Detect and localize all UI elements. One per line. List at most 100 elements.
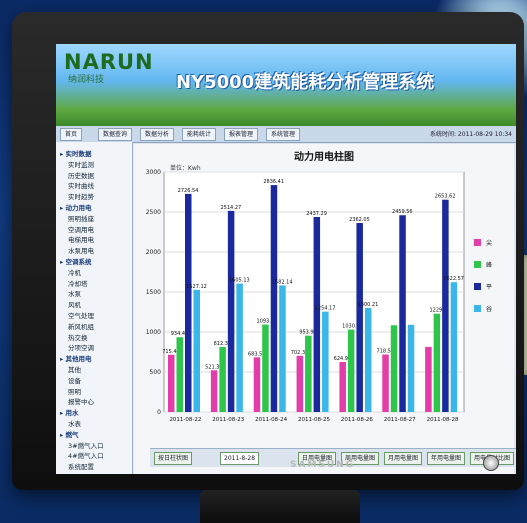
date-input[interactable]: 2011-8-28: [220, 452, 260, 465]
monitor-brand: SAMSUNG: [290, 460, 356, 470]
sidebar-item-19[interactable]: ▸ 其他用电: [60, 353, 92, 363]
tab-5[interactable]: 系统管理: [266, 128, 301, 141]
data-label-2-5: 2459.56: [392, 209, 413, 215]
sidebar-item-1[interactable]: 实时监测: [68, 159, 94, 169]
bar-3-4: [364, 307, 372, 412]
sidebar-item-20[interactable]: 其他: [68, 364, 81, 374]
data-label-3-1: 1605.13: [229, 278, 250, 284]
sidebar-item-29[interactable]: 系统配置: [68, 461, 94, 471]
sidebar-item-23[interactable]: 报警中心: [68, 396, 94, 406]
bar-2-4: [356, 223, 363, 412]
sidebar-item-4[interactable]: 实时趋势: [68, 191, 94, 201]
sidebar-item-3[interactable]: 实时曲线: [68, 180, 94, 190]
sidebar-item-7[interactable]: 空调用电: [68, 224, 94, 234]
bar-0-1: [210, 370, 218, 412]
bar-2-3: [313, 217, 321, 412]
y-tick-4: 2000: [146, 249, 161, 256]
footer-button-2[interactable]: 月用电量图: [384, 452, 423, 465]
sidebar-item-22[interactable]: 照明: [68, 386, 81, 396]
tab-1[interactable]: 数据查询: [98, 128, 133, 141]
data-label-3-2: 1582.14: [272, 279, 293, 285]
sidebar-item-21[interactable]: 设备: [68, 375, 81, 385]
bar-3-1: [236, 283, 243, 412]
chart-type-select[interactable]: 按日柱状图: [154, 452, 193, 465]
bar-2-1: [227, 210, 235, 412]
tab-4[interactable]: 报表管理: [224, 128, 259, 141]
app-header: NARUN 纳润科技 NY5000建筑能耗分析管理系统: [56, 44, 516, 126]
monitor-frame: NARUN 纳润科技 NY5000建筑能耗分析管理系统 系统时间: 2011-0…: [12, 12, 524, 490]
bar-2-5: [399, 215, 406, 412]
tab-bar: 系统时间: 2011-08-29 10:34 首页 数据查询 数据分析 能耗统计 报表管…: [56, 126, 516, 143]
sidebar-item-26[interactable]: ▸ 燃气: [60, 429, 79, 439]
data-label-2-3: 2437.29: [306, 211, 327, 217]
app-logo: NARUN: [64, 50, 154, 74]
x-tick-5: 2011-08-27: [384, 417, 416, 423]
monitor-stand: [200, 490, 360, 523]
bar-1-0: [176, 337, 183, 412]
y-axis-label: 单位：Kwh: [170, 164, 201, 172]
data-label-3-0: 1527.12: [186, 284, 207, 290]
chart-title: 动力用电柱图: [294, 150, 354, 163]
tab-2[interactable]: 数据分析: [140, 128, 175, 141]
sidebar-item-27[interactable]: 3#燃气入口: [68, 440, 104, 450]
sidebar-item-6[interactable]: 照明插座: [68, 213, 94, 223]
bar-2-0: [185, 193, 192, 412]
sidebar-item-14[interactable]: 风机: [68, 299, 81, 309]
sidebar-item-16[interactable]: 新风机组: [68, 321, 94, 331]
data-label-1-6: 1229.: [429, 308, 444, 314]
bar-0-0: [168, 354, 175, 412]
sidebar-item-5[interactable]: ▸ 动力用电: [60, 202, 92, 212]
data-label-2-0: 2726.54: [178, 188, 199, 194]
sidebar-item-11[interactable]: 冷机: [68, 267, 81, 277]
sidebar-item-0[interactable]: ▸ 实时数据: [60, 148, 92, 158]
sidebar-item-8[interactable]: 电梯用电: [68, 234, 94, 244]
legend-label-3: 谷: [486, 305, 492, 313]
bar-0-6: [425, 346, 432, 412]
sidebar-item-18[interactable]: 分项空调: [68, 342, 94, 352]
bar-1-6: [433, 313, 441, 412]
bar-0-5: [382, 354, 389, 412]
sidebar-item-10[interactable]: ▸ 空调系统: [60, 256, 92, 266]
power-button[interactable]: [483, 455, 499, 471]
legend-swatch-1: [474, 261, 481, 268]
system-title: NY5000建筑能耗分析管理系统: [176, 72, 435, 93]
sidebar: ▸ 实时数据 实时监测 历史数据 实时曲线 实时趋势 ▸ 动力用电 照明插座 空调用电 电梯用电…: [56, 142, 133, 474]
tab-0[interactable]: 首页: [60, 128, 83, 141]
x-tick-1: 2011-08-23: [212, 417, 244, 423]
sidebar-item-12[interactable]: 冷却塔: [68, 278, 88, 288]
system-time: 系统时间: 2011-08-29 10:34: [430, 131, 512, 138]
data-label-3-6: 1622.57: [443, 276, 464, 282]
bar-1-5: [390, 325, 398, 412]
legend-swatch-2: [474, 283, 481, 290]
sidebar-item-25[interactable]: 水表: [68, 418, 81, 428]
sidebar-item-15[interactable]: 空气处理: [68, 310, 94, 320]
legend-swatch-0: [474, 239, 481, 246]
y-tick-2: 1000: [146, 329, 161, 336]
sidebar-item-13[interactable]: 水泵: [68, 288, 81, 298]
bar-2-6: [442, 199, 449, 412]
sidebar-item-2[interactable]: 历史数据: [68, 170, 94, 180]
bar-3-0: [193, 289, 200, 412]
chart-panel: 动力用电柱图 单位：Kwh 0 500 1000 1500 2000 2500 3000 715.…: [134, 144, 514, 474]
bar-3-6: [450, 282, 458, 412]
bar-0-4: [339, 362, 346, 412]
bar-3-3: [322, 311, 329, 412]
legend-label-2: 平: [486, 284, 492, 291]
y-tick-1: 500: [150, 369, 162, 376]
data-label-2-2: 2836.41: [263, 179, 284, 185]
sidebar-item-9[interactable]: 水泵用电: [68, 245, 94, 255]
sidebar-item-28[interactable]: 4#燃气入口: [68, 450, 104, 460]
x-tick-6: 2011-08-28: [427, 417, 459, 423]
tab-3[interactable]: 能耗统计: [182, 128, 217, 141]
y-tick-3: 1500: [146, 289, 161, 296]
data-label-2-1: 2514.27: [221, 205, 242, 211]
bar-chart: 动力用电柱图单位：Kwh050010001500200025003000715.…: [146, 150, 492, 423]
sidebar-item-24[interactable]: ▸ 用水: [60, 407, 79, 417]
bar-3-2: [279, 285, 286, 412]
sidebar-item-17[interactable]: 热交换: [68, 332, 88, 342]
y-tick-0: 0: [157, 409, 161, 416]
footer-button-3[interactable]: 年用电量图: [427, 452, 466, 465]
y-tick-5: 2500: [146, 209, 161, 216]
data-label-2-6: 2653.62: [435, 194, 456, 200]
bar-0-2: [253, 357, 261, 412]
